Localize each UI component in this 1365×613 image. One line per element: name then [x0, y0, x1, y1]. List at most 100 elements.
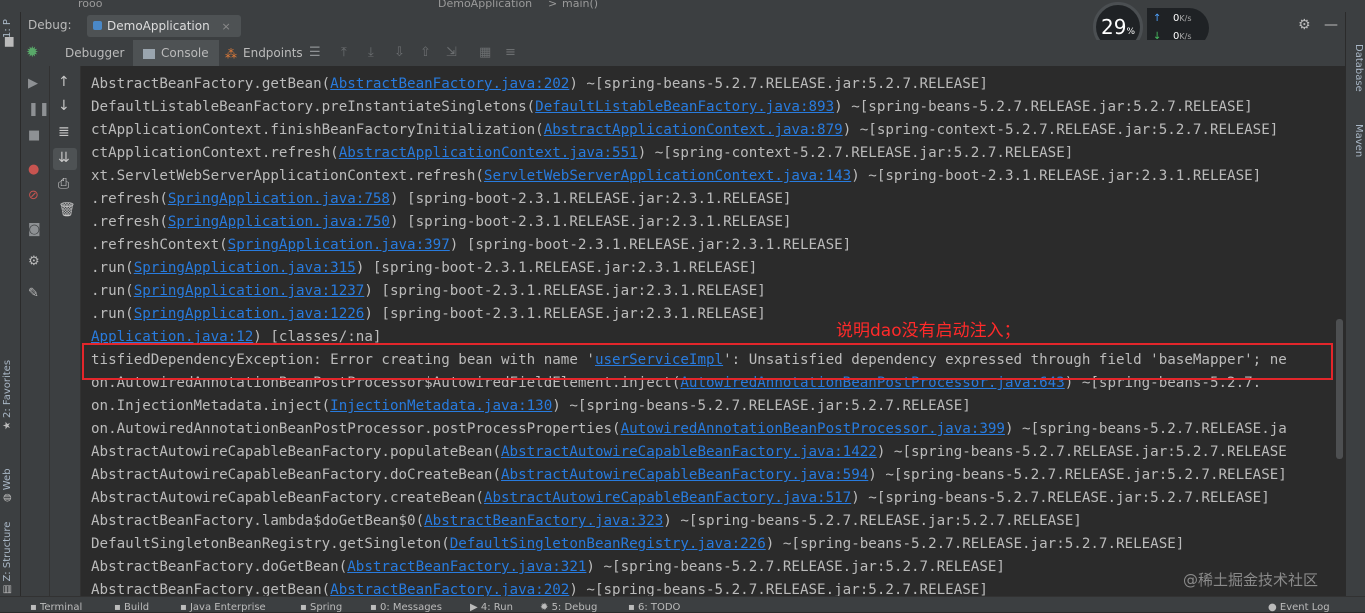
source-link[interactable]: AbstractBeanFactory.java:202	[330, 76, 569, 92]
show-execution-point-icon[interactable]: ⤒	[341, 45, 347, 60]
menu-icon[interactable]: ☰	[309, 45, 321, 60]
console-text: AbstractBeanFactory.lambda$doGetBean$0(	[91, 513, 425, 529]
stop-icon[interactable]: ■	[28, 128, 40, 143]
console-text: ) ~[spring-beans-5.2.7.RELEASE.jar:5.2.7…	[851, 490, 1270, 506]
source-link[interactable]: AbstractBeanFactory.java:321	[347, 559, 586, 575]
soft-wrap-icon[interactable]: ≣	[58, 124, 70, 140]
console-scrollbar[interactable]	[1336, 319, 1343, 459]
annotation-note: 说明dao没有启动注入；	[836, 321, 1021, 341]
trash-icon[interactable]: 🗑	[58, 202, 76, 218]
structure-tool-button[interactable]: ▤Z: Structure	[2, 522, 13, 594]
globe-icon: ◍	[2, 493, 13, 502]
source-link[interactable]: AutowiredAnnotationBeanPostProcessor.jav…	[621, 421, 1005, 437]
layout-icon[interactable]: ≡	[505, 45, 516, 60]
scroll-up-icon[interactable]: ↑	[58, 74, 70, 90]
view-breakpoints-icon[interactable]: ●	[28, 162, 39, 177]
tab-debugger[interactable]: Debugger	[55, 40, 134, 66]
console-text: ) ~[spring-context-5.2.7.RELEASE.jar:5.2…	[842, 122, 1279, 138]
step-into-icon[interactable]: ⇩	[394, 45, 405, 60]
source-link[interactable]: SpringApplication.java:758	[168, 191, 390, 207]
source-link[interactable]: AbstractBeanFactory.java:202	[330, 582, 569, 596]
source-link[interactable]: AbstractAutowireCapableBeanFactory.java:…	[484, 490, 851, 506]
console-line: .refresh(SpringApplication.java:750) [sp…	[91, 212, 791, 232]
console-text: ) ~[spring-context-5.2.7.RELEASE.jar:5.2…	[637, 145, 1074, 161]
favorites-tool-button[interactable]: ★2: Favorites	[2, 360, 13, 430]
source-link[interactable]: SpringApplication.java:1237	[134, 283, 365, 299]
console-text: ) [spring-boot-2.3.1.RELEASE.jar:2.3.1.R…	[364, 283, 766, 299]
editor-tab-label[interactable]: rooo	[78, 0, 102, 10]
source-link[interactable]: DefaultSingletonBeanRegistry.java:226	[450, 536, 766, 552]
rerun-icon[interactable]: ▶	[28, 76, 38, 91]
scroll-to-end-icon[interactable]: ⇊	[58, 150, 70, 166]
java-enterprise-tab[interactable]: ▪ Java Enterprise	[180, 602, 266, 613]
console-text: .run(	[91, 283, 134, 299]
source-link[interactable]: AbstractApplicationContext.java:551	[339, 145, 638, 161]
source-link[interactable]: ServletWebServerApplicationContext.java:…	[484, 168, 851, 184]
upload-arrow-icon: ↑	[1153, 13, 1162, 24]
console-output[interactable]: AbstractBeanFactory.getBean(AbstractBean…	[81, 66, 1345, 596]
tab-console[interactable]: Console	[133, 40, 219, 66]
source-link[interactable]: AbstractApplicationContext.java:879	[544, 122, 843, 138]
web-tool-button[interactable]: ◍Web	[2, 468, 13, 502]
run-to-cursor-icon[interactable]: ⇲	[446, 45, 457, 60]
bug-icon: ✹	[26, 43, 39, 61]
console-line: .run(SpringApplication.java:315) [spring…	[91, 258, 757, 278]
step-out-icon[interactable]: ⇧	[420, 45, 431, 60]
minimize-icon[interactable]: —	[1324, 17, 1338, 33]
console-line: AbstractBeanFactory.getBean(AbstractBean…	[91, 74, 988, 94]
console-text: AbstractBeanFactory.getBean(	[91, 582, 331, 596]
debug-session-tab[interactable]: DemoApplication ×	[87, 15, 241, 37]
console-line: .run(SpringApplication.java:1226) [sprin…	[91, 304, 766, 324]
console-text: AbstractAutowireCapableBeanFactory.doCre…	[91, 467, 501, 483]
maven-tool-button[interactable]: Maven	[1353, 124, 1364, 157]
mute-breakpoints-icon[interactable]: ⊘	[28, 188, 39, 203]
console-text: ) ~[spring-beans-5.2.7.RELEASE.jar:5.2.7…	[868, 467, 1287, 483]
camera-icon[interactable]: ◙	[28, 222, 41, 237]
pin-icon[interactable]: ✎	[28, 286, 39, 301]
console-line: AbstractAutowireCapableBeanFactory.creat…	[91, 488, 1270, 508]
event-log-tab[interactable]: ● Event Log	[1268, 602, 1330, 613]
console-text: ) ~[spring-beans-5.2.7.RELEASE.jar:5.2.7…	[586, 559, 1005, 575]
scroll-down-icon[interactable]: ↓	[58, 98, 70, 114]
pause-icon[interactable]: ❚❚	[28, 102, 50, 117]
source-link[interactable]: SpringApplication.java:750	[168, 214, 390, 230]
console-icon	[143, 48, 155, 59]
debug-label: Debug:	[28, 18, 72, 32]
console-text: ) ~[spring-beans-5.2.7.RELEASE.jar:5.2.7…	[834, 99, 1253, 115]
console-line: DefaultListableBeanFactory.preInstantiat…	[91, 97, 1253, 117]
source-link[interactable]: AbstractAutowireCapableBeanFactory.java:…	[501, 444, 877, 460]
gear-icon[interactable]: ⚙	[1298, 17, 1311, 33]
debug-bottom-tab[interactable]: ✹ 5: Debug	[540, 602, 597, 613]
console-text: .run(	[91, 260, 134, 276]
breadcrumb-method[interactable]: main()	[562, 0, 598, 10]
console-line: ctApplicationContext.refresh(AbstractApp…	[91, 143, 1073, 163]
tab-endpoints[interactable]: ⁂ Endpoints	[219, 40, 309, 66]
source-link[interactable]: AbstractAutowireCapableBeanFactory.java:…	[501, 467, 868, 483]
run-tab[interactable]: ▶ 4: Run	[470, 602, 513, 613]
left-tool-stripe: 1: P ▆ ★2: Favorites ◍Web ▤Z: Structure	[0, 12, 21, 611]
breadcrumb-class[interactable]: DemoApplication	[438, 0, 532, 10]
source-link[interactable]: SpringApplication.java:315	[134, 260, 356, 276]
source-link[interactable]: InjectionMetadata.java:130	[330, 398, 552, 414]
database-tool-button[interactable]: Database	[1353, 44, 1364, 92]
settings-icon[interactable]: ⚙	[28, 254, 40, 269]
build-tab[interactable]: ▪ Build	[114, 602, 149, 613]
breadcrumb-separator: >	[548, 0, 558, 10]
evaluate-icon[interactable]: ▦	[479, 45, 491, 60]
todo-tab[interactable]: ▪ 6: TODO	[628, 602, 680, 613]
console-text: on.AutowiredAnnotationBeanPostProcessor.…	[91, 421, 621, 437]
print-icon[interactable]: ⎙	[58, 176, 69, 192]
source-link[interactable]: AbstractBeanFactory.java:323	[424, 513, 663, 529]
console-text: .refreshContext(	[91, 237, 228, 253]
source-link[interactable]: DefaultListableBeanFactory.java:893	[535, 99, 834, 115]
console-text: AbstractBeanFactory.doGetBean(	[91, 559, 348, 575]
close-icon[interactable]: ×	[222, 20, 231, 33]
source-link[interactable]: SpringApplication.java:397	[228, 237, 450, 253]
spring-tab[interactable]: ▪ Spring	[300, 602, 342, 613]
messages-tab[interactable]: ▪ 0: Messages	[370, 602, 442, 613]
terminal-tab[interactable]: ▪ Terminal	[30, 602, 82, 613]
console-text: ) [spring-boot-2.3.1.RELEASE.jar:2.3.1.R…	[449, 237, 852, 253]
step-over-icon[interactable]: ⤓	[368, 45, 374, 60]
source-link[interactable]: SpringApplication.java:1226	[134, 306, 365, 322]
debug-actions-column: ▶ ❚❚ ■ ● ⊘ ◙ ⚙ ✎	[21, 66, 50, 596]
